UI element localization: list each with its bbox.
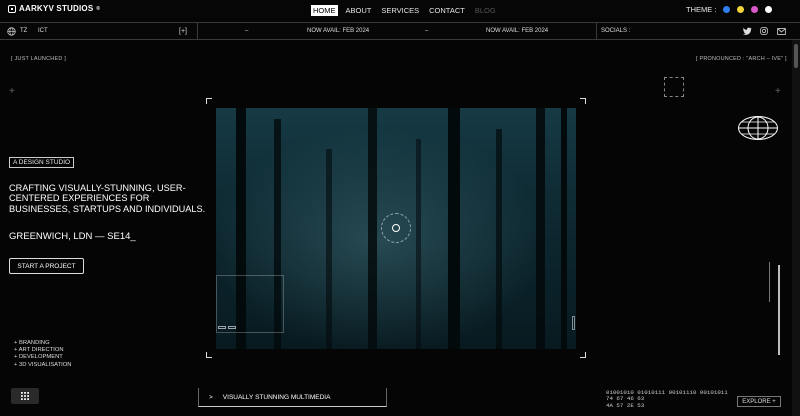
crosshair-plus-icon: +	[9, 86, 15, 97]
tree-silhouette	[416, 139, 421, 349]
theme-label: THEME :	[686, 5, 717, 14]
service-item: + BRANDING	[14, 340, 50, 346]
studio-location: GREENWICH, LDN — SE14_	[9, 231, 136, 242]
theme-white-swatch[interactable]	[765, 6, 773, 13]
brand-registered: ®	[96, 5, 101, 12]
just-launched-label: [ JUST LAUNCHED ]	[11, 56, 66, 62]
tree-silhouette	[561, 108, 567, 349]
main-nav: HOME ABOUT SERVICES CONTACT BLOG	[311, 5, 498, 16]
window-scrollbar-thumb[interactable]	[794, 44, 798, 68]
globe-icon	[737, 115, 778, 140]
availability-text: NOW AVAIL: FEB 2024	[307, 28, 370, 34]
status-bar	[0, 22, 800, 40]
nav-contact[interactable]: CONTACT	[427, 5, 467, 16]
menu-grid-button[interactable]	[11, 388, 39, 404]
status-divider	[197, 22, 198, 40]
grid-icon	[21, 392, 29, 400]
hero-headline: CRAFTING VISUALLY-STUNNING, USER-CENTERE…	[9, 183, 206, 214]
multimedia-caption-bar: > VISUALLY STUNNING MULTIMEDIA	[198, 388, 387, 407]
crosshair-plus-icon: +	[775, 86, 781, 97]
explore-button[interactable]: EXPLORE +	[737, 396, 781, 407]
socials-label: SOCIALS :	[601, 28, 631, 34]
nav-services[interactable]: SERVICES	[379, 5, 421, 16]
status-divider	[596, 22, 597, 40]
nav-blog[interactable]: BLOG	[473, 5, 498, 16]
brand-logo[interactable]: AARKYV STUDIOS ®	[8, 4, 100, 13]
service-item: + 3D VISUALISATION	[14, 361, 72, 368]
scroll-track[interactable]	[778, 265, 780, 355]
theme-switcher: THEME :	[686, 5, 773, 14]
window-scrollbar[interactable]	[792, 40, 800, 416]
overlay-button[interactable]	[218, 326, 226, 329]
services-list: + BRANDING + ART DIRECTION + DEVELOPMENT…	[14, 340, 71, 369]
service-item: + DEVELOPMENT	[14, 354, 63, 361]
tree-silhouette	[448, 108, 460, 349]
status-separator: –	[245, 28, 249, 34]
theme-pink-swatch[interactable]	[751, 6, 759, 13]
start-project-button[interactable]: START A PROJECT	[9, 258, 84, 274]
multimedia-caption: VISUALLY STUNNING MULTIMEDIA	[222, 393, 331, 401]
twitter-icon[interactable]	[743, 23, 752, 39]
video-overlay-panel	[216, 275, 284, 333]
brand-name: AARKYV STUDIOS	[19, 4, 94, 13]
tree-silhouette	[368, 108, 377, 349]
pronounced-label: [ PRONOUNCED : "ARCH – IVE" ]	[696, 56, 787, 62]
target-box-icon	[664, 77, 684, 97]
frame-corner	[580, 98, 586, 104]
tree-silhouette	[536, 108, 545, 349]
video-scroll-marker	[572, 316, 575, 330]
theme-yellow-swatch[interactable]	[737, 6, 745, 13]
timezone-globe-icon	[7, 23, 16, 39]
instagram-icon[interactable]	[760, 23, 768, 39]
tree-silhouette	[496, 129, 502, 349]
binary-line: 4A 57 2E 53	[606, 401, 645, 409]
availability-text: NOW AVAIL: FEB 2024	[486, 28, 549, 34]
nav-home[interactable]: HOME	[311, 5, 338, 16]
caption-arrow-icon: >	[209, 393, 213, 401]
theme-blue-swatch[interactable]	[723, 6, 731, 13]
frame-corner	[206, 98, 212, 104]
service-item: + ART DIRECTION	[14, 347, 64, 354]
mail-icon[interactable]	[777, 23, 786, 39]
scroll-indicator	[769, 262, 770, 302]
hud-center-icon	[392, 224, 400, 232]
frame-corner	[206, 352, 212, 358]
tree-silhouette	[326, 149, 332, 349]
timezone-value: ICT	[38, 28, 48, 34]
nav-about[interactable]: ABOUT	[344, 5, 374, 16]
status-separator: –	[425, 28, 429, 34]
design-studio-tag: A DESIGN STUDIO	[9, 157, 75, 168]
brand-mark-icon	[8, 4, 16, 13]
overlay-button[interactable]	[228, 326, 236, 329]
binary-readout: 01001010 01010111 00101110 00101011 74 6…	[606, 389, 728, 409]
timezone-label: TZ	[20, 28, 28, 34]
frame-corner	[580, 352, 586, 358]
expand-button[interactable]: [+]	[179, 23, 187, 39]
